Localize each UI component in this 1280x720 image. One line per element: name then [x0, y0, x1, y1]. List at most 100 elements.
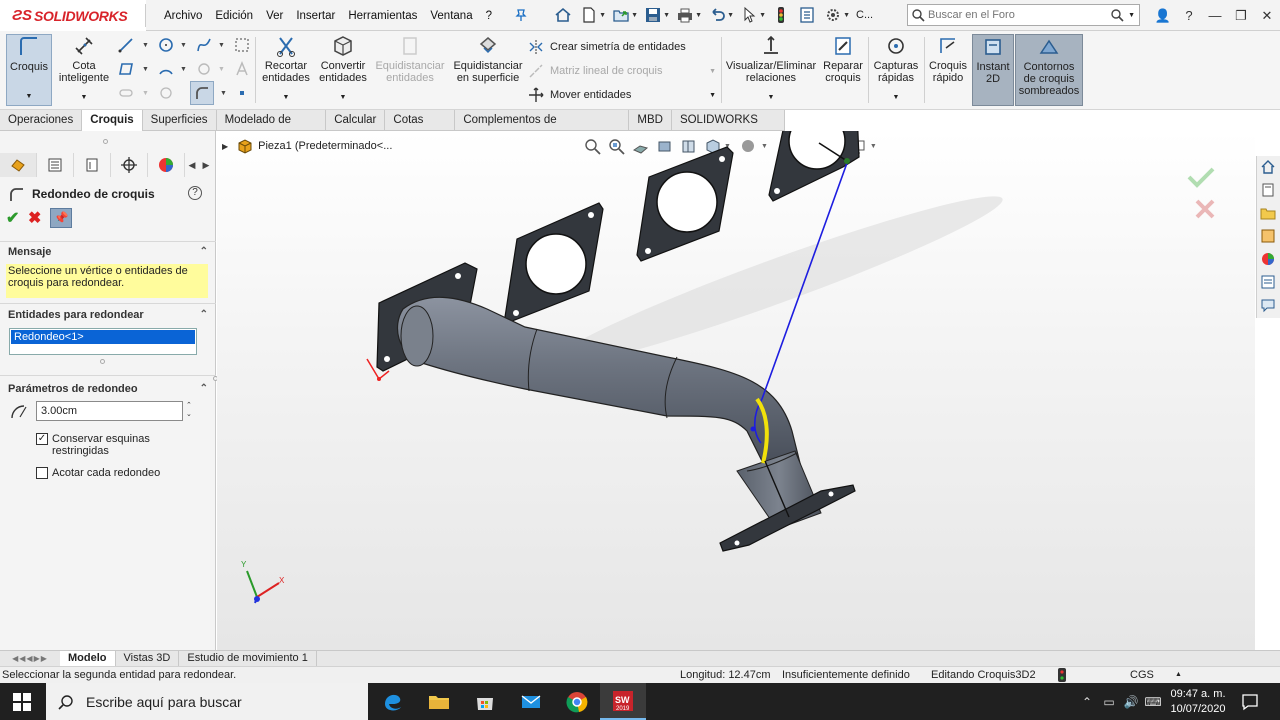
tabs-scroll-right-icon[interactable]: ▶: [199, 153, 213, 177]
collapse-chevron-icon[interactable]: ⌃: [200, 309, 208, 320]
rectangle-icon[interactable]: [116, 59, 136, 79]
keep-constrained-corners-checkbox[interactable]: ✓ Conservar esquinas restringidas: [36, 433, 162, 457]
checkbox-checked[interactable]: ✓: [36, 433, 48, 445]
help-icon[interactable]: ?: [188, 186, 202, 200]
file-properties-icon[interactable]: [796, 4, 818, 26]
tab-vistas-3d[interactable]: Vistas 3D: [116, 650, 180, 667]
appearances-icon[interactable]: [1257, 248, 1279, 270]
flange-3[interactable]: [636, 146, 734, 262]
confirm-ok-icon[interactable]: [1187, 167, 1215, 188]
sketch-fillet-icon[interactable]: [190, 81, 214, 105]
message-group-header[interactable]: Mensaje ⌃: [8, 246, 208, 262]
solidworks-logo[interactable]: ƧS SOLIDWORKS: [0, 0, 146, 31]
entities-list[interactable]: Redondeo<1>: [9, 328, 197, 355]
microsoft-store-icon[interactable]: [462, 683, 508, 720]
pin-menu-icon[interactable]: [514, 8, 528, 22]
restore-icon[interactable]: ❐: [1228, 8, 1254, 24]
search-input[interactable]: [928, 9, 1107, 21]
search-scope-icon[interactable]: [908, 8, 928, 22]
collapse-chevron-icon[interactable]: ⌃: [200, 246, 208, 257]
construction-grid-icon[interactable]: [232, 35, 252, 55]
reparar-croquis-button[interactable]: Reparar croquis: [820, 34, 866, 106]
menu-ver[interactable]: Ver: [266, 10, 283, 22]
close-icon[interactable]: ✕: [1254, 8, 1280, 24]
forum-icon[interactable]: [1257, 294, 1279, 316]
entity-item[interactable]: Redondeo<1>: [11, 330, 195, 344]
save-icon[interactable]: ▼: [642, 4, 670, 26]
tab-mbd[interactable]: MBD: [629, 110, 672, 131]
taskbar-search-box[interactable]: Escribe aquí para buscar: [46, 683, 368, 720]
tab-propertymanager[interactable]: [37, 153, 74, 177]
arc-icon[interactable]: [156, 59, 176, 79]
select-arrow-icon[interactable]: ▼: [738, 4, 766, 26]
home-icon[interactable]: [552, 4, 574, 26]
entities-group-header[interactable]: Entidades para redondear ⌃: [8, 309, 208, 325]
cancel-button[interactable]: ✖: [28, 208, 50, 228]
tab-solidworks-cam[interactable]: SOLIDWORKS CAM: [672, 110, 785, 146]
fillet-radius-input[interactable]: 3.00cm: [36, 401, 183, 421]
units-dropdown-icon[interactable]: ▲: [1175, 671, 1182, 678]
cota-inteligente-button[interactable]: Cota inteligente ▼: [56, 34, 112, 106]
ok-button[interactable]: ✔: [6, 208, 28, 228]
menu-help[interactable]: ?: [486, 10, 492, 22]
forum-search-box[interactable]: ▼: [907, 4, 1140, 26]
tab-modelo[interactable]: Modelo: [60, 650, 116, 667]
file-explorer-icon[interactable]: [416, 683, 462, 720]
line-icon[interactable]: [116, 35, 136, 55]
status-units[interactable]: CGS: [1130, 669, 1154, 681]
tabs-scroll-left-icon[interactable]: ◀: [185, 153, 199, 177]
notifications-icon[interactable]: [1240, 692, 1260, 712]
tab-estudio-movimiento[interactable]: Estudio de movimiento 1: [179, 650, 317, 667]
visualizar-eliminar-relaciones-button[interactable]: Visualizar/Eliminar relaciones ▼: [724, 34, 818, 106]
dimension-each-fillet-checkbox[interactable]: Acotar cada redondeo: [36, 467, 160, 479]
mover-entidades-button[interactable]: Mover entidades ▼: [528, 85, 718, 105]
contornos-croquis-sombreados-button[interactable]: Contornos de croquis sombreados: [1015, 34, 1083, 106]
list-resize-handle[interactable]: [100, 359, 105, 364]
panel-splitter-handle[interactable]: [103, 139, 108, 144]
options-gear-icon[interactable]: ▼: [822, 4, 850, 26]
tab-navigation-arrows[interactable]: ◀◀◀▶▶: [0, 651, 60, 667]
tab-modelado-mallas[interactable]: Modelado de mallas: [217, 110, 327, 146]
tab-configurationmanager[interactable]: [74, 153, 111, 177]
tab-calcular[interactable]: Calcular: [326, 110, 386, 131]
checkbox-unchecked[interactable]: [36, 467, 48, 479]
circle-icon[interactable]: [156, 35, 176, 55]
input-method-icon[interactable]: ⌨: [1142, 695, 1164, 709]
croquis-button[interactable]: Croquis ▼: [6, 34, 52, 106]
model-viewport[interactable]: [217, 131, 1255, 650]
open-folder-icon[interactable]: ▼: [610, 4, 638, 26]
file-explorer-icon[interactable]: [1257, 202, 1279, 224]
convertir-entidades-button[interactable]: Convertir entidades ▼: [314, 34, 372, 106]
mail-icon[interactable]: [508, 683, 554, 720]
windows-start-icon[interactable]: [12, 692, 32, 712]
menu-herramientas[interactable]: Herramientas: [348, 10, 417, 22]
equidistanciar-superficie-button[interactable]: Equidistanciar en superficie: [450, 34, 526, 106]
traffic-light-icon[interactable]: [770, 4, 792, 26]
graphics-area[interactable]: ▶ Pieza1 (Predeterminado<... ▼ ▼ ▼ ⇤ ⇥ —…: [217, 131, 1255, 650]
view-palette-icon[interactable]: [1257, 225, 1279, 247]
taskbar-clock[interactable]: 09:47 a. m. 10/07/2020: [1166, 687, 1230, 717]
tab-displaymanager[interactable]: [148, 153, 185, 177]
minimize-icon[interactable]: —: [1202, 8, 1228, 23]
menu-ventana[interactable]: Ventana: [430, 10, 472, 22]
help-icon[interactable]: ?: [1176, 8, 1202, 23]
tab-superficies[interactable]: Superficies: [143, 110, 217, 131]
croquis-rapido-button[interactable]: Croquis rápido: [926, 34, 970, 106]
instant-2d-button[interactable]: Instant 2D: [972, 34, 1014, 106]
tab-dimxpertmanager[interactable]: [111, 153, 148, 177]
params-group-header[interactable]: Parámetros de redondeo ⌃: [8, 383, 208, 399]
network-icon[interactable]: ▭: [1098, 695, 1120, 709]
undo-icon[interactable]: ▼: [706, 4, 734, 26]
flange-2[interactable]: [504, 202, 604, 324]
keep-visible-pin-button[interactable]: 📌: [50, 208, 72, 228]
tab-featuremanager[interactable]: [0, 153, 37, 177]
edge-browser-icon[interactable]: [370, 683, 416, 720]
design-library-icon[interactable]: [1257, 179, 1279, 201]
solidworks-resources-icon[interactable]: [1257, 156, 1279, 178]
search-dropdown-icon[interactable]: ▼: [1128, 12, 1135, 19]
solidworks-taskbar-icon[interactable]: SW 2019: [600, 683, 646, 720]
search-icon[interactable]: [1106, 8, 1128, 22]
radius-spinner[interactable]: ⌃ ⌄: [186, 401, 192, 419]
tab-complementos[interactable]: Complementos de SOLIDWORKS: [455, 110, 630, 146]
menu-insertar[interactable]: Insertar: [296, 10, 335, 22]
